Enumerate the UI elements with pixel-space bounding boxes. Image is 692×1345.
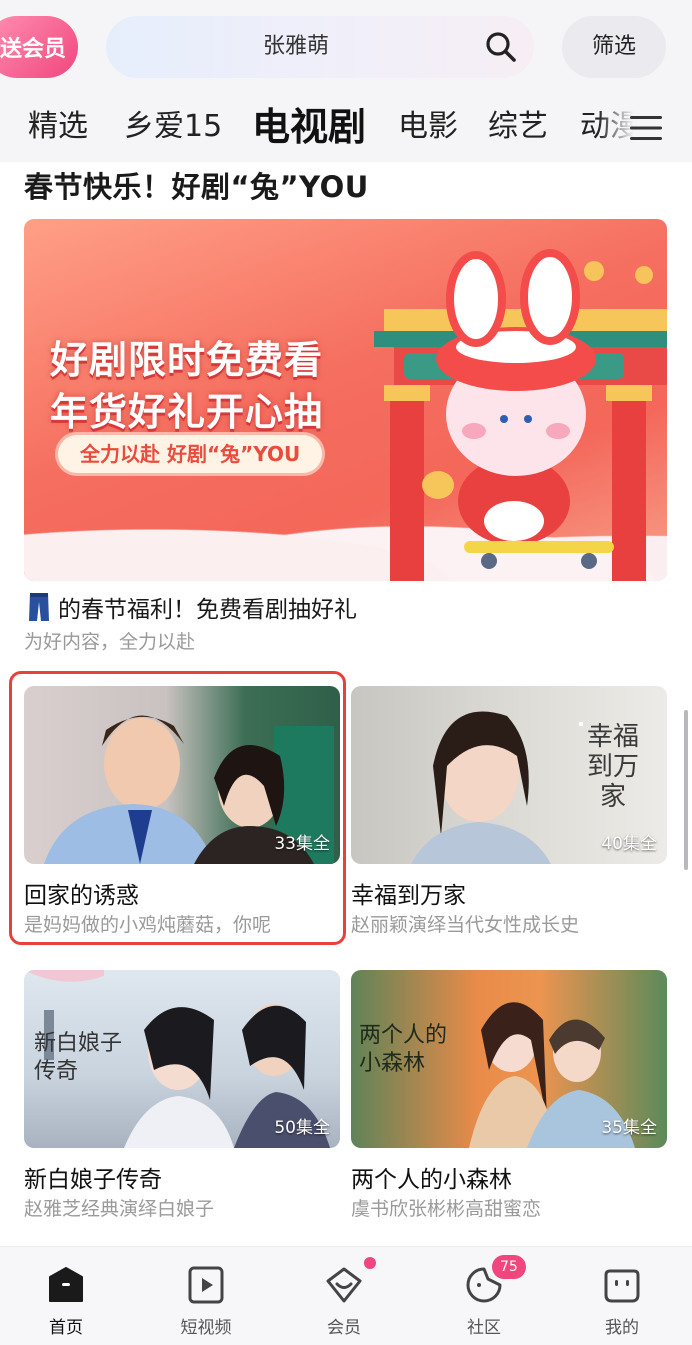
drama-thumbnail[interactable]: 新白娘子传奇 50集全 <box>24 970 340 1148</box>
promo-title-text: 的春节福利！免费看剧抽好礼 <box>58 597 357 623</box>
drama-thumbnail[interactable]: 幸福到万家 40集全 <box>351 686 667 864</box>
selection-highlight-box <box>9 671 346 945</box>
nav-label-vip: 会员 <box>327 1318 361 1338</box>
poster-title-text: 幸福到万家 <box>586 722 639 812</box>
poster-title-text: 两个人的小森林 <box>359 1023 448 1076</box>
tab-tv-series[interactable]: 电视剧 <box>252 96 366 162</box>
bottom-navigation: 首页 短视频 会员 75 社区 我的 <box>0 1246 692 1345</box>
section-title: 春节快乐！好剧“兔”YOU <box>24 170 369 204</box>
drama-title: 幸福到万家 <box>351 883 466 909</box>
search-icon[interactable] <box>484 30 518 64</box>
promo-banner[interactable]: 好剧限时免费看 年货好礼开心抽 全力以赴 好剧“兔”YOU <box>24 219 667 581</box>
promo-title[interactable]: 的春节福利！免费看剧抽好礼 <box>28 590 357 624</box>
banner-headline-2: 年货好礼开心抽 <box>50 390 324 434</box>
nav-item-vip[interactable]: 会员 <box>294 1247 394 1345</box>
tab-variety[interactable]: 综艺 <box>488 96 548 162</box>
episode-count-badge: 50集全 <box>274 1118 330 1138</box>
notification-dot <box>364 1257 376 1269</box>
profile-face-icon <box>604 1269 640 1303</box>
community-count-badge: 75 <box>492 1255 526 1279</box>
drama-thumbnail[interactable]: 两个人的小森林 35集全 <box>351 970 667 1148</box>
episode-count-badge: 35集全 <box>601 1118 657 1138</box>
nav-label-home: 首页 <box>49 1318 83 1338</box>
nav-item-home[interactable]: 首页 <box>16 1247 116 1345</box>
vip-diamond-icon <box>326 1267 362 1303</box>
scrollbar[interactable] <box>684 710 688 870</box>
vip-gift-label: 送会员 <box>0 37 66 62</box>
drama-subtitle: 赵丽颖演绎当代女性成长史 <box>351 914 580 936</box>
tab-movies[interactable]: 电影 <box>398 96 458 162</box>
nav-item-short-video[interactable]: 短视频 <box>156 1247 256 1345</box>
search-input[interactable]: 张雅萌 <box>106 16 534 78</box>
tab-featured[interactable]: 精选 <box>28 96 88 162</box>
poster-title-text: 新白娘子传奇 <box>34 1031 123 1084</box>
jeans-icon <box>29 593 49 621</box>
promo-subtitle: 为好内容，全力以赴 <box>24 631 196 653</box>
nav-item-community[interactable]: 75 社区 <box>434 1247 534 1345</box>
play-icon <box>188 1266 224 1304</box>
drama-subtitle: 赵雅芝经典演绎白娘子 <box>24 1198 215 1220</box>
nav-item-me[interactable]: 我的 <box>572 1247 672 1345</box>
top-bar: 送会员 张雅萌 筛选 <box>0 0 692 96</box>
search-query-text: 张雅萌 <box>262 34 329 59</box>
vip-gift-button[interactable]: 送会员 <box>0 16 78 78</box>
home-icon <box>49 1267 83 1302</box>
tab-xiangai15[interactable]: 乡爱15 <box>124 96 222 162</box>
rabbit-gate-illustration <box>374 249 667 581</box>
banner-headline-1: 好剧限时免费看 <box>50 338 324 382</box>
category-tabs: 精选 乡爱15 电视剧 电影 综艺 动漫 <box>0 96 692 162</box>
menu-icon[interactable] <box>630 114 662 142</box>
nav-label-short-video: 短视频 <box>180 1318 232 1338</box>
drama-title: 新白娘子传奇 <box>24 1167 162 1193</box>
episode-count-badge: 40集全 <box>601 834 657 854</box>
nav-label-me: 我的 <box>605 1318 639 1338</box>
drama-subtitle: 虞书欣张彬彬高甜蜜恋 <box>351 1198 542 1220</box>
nav-label-community: 社区 <box>467 1318 501 1338</box>
drama-title: 两个人的小森林 <box>351 1167 512 1193</box>
filter-button[interactable]: 筛选 <box>562 16 666 78</box>
banner-slogan: 全力以赴 好剧“兔”YOU <box>58 435 323 473</box>
